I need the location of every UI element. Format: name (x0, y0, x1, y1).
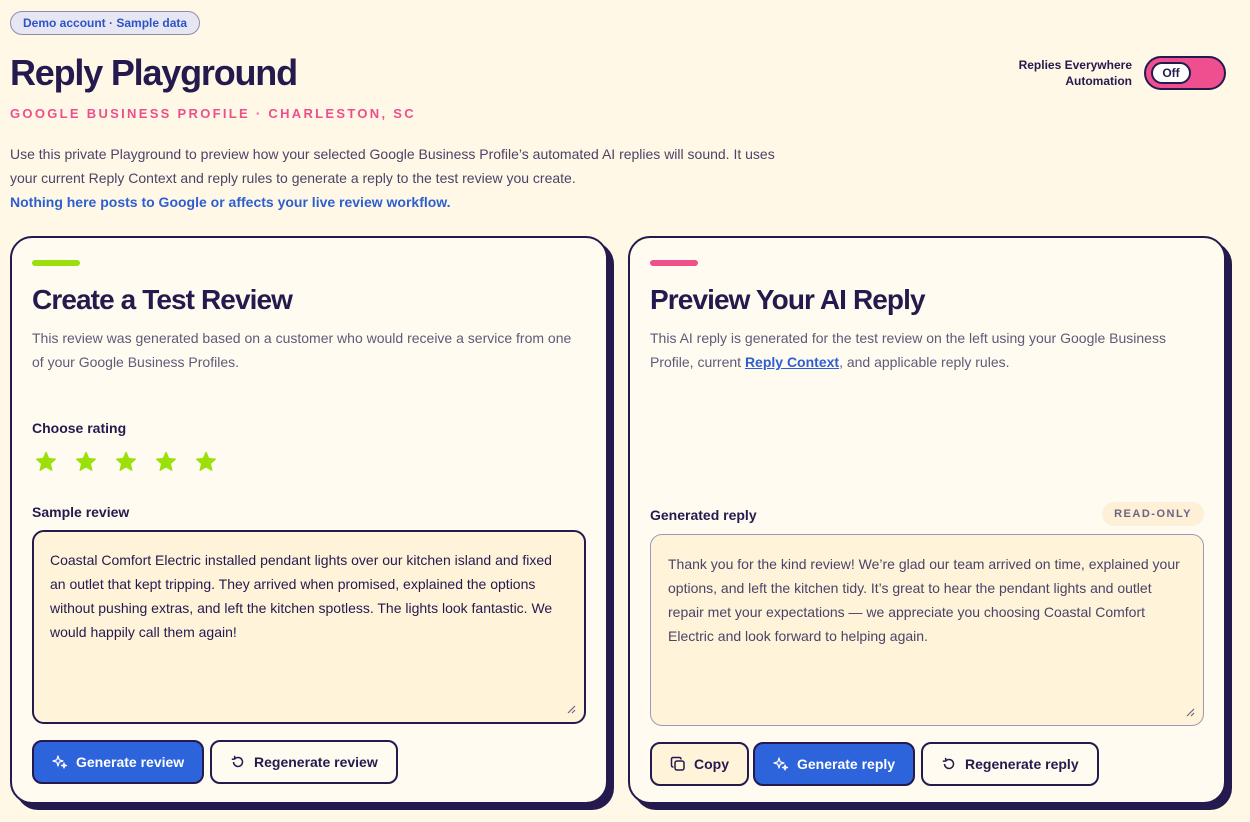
test-review-card: Create a Test Review This review was gen… (10, 236, 608, 804)
copy-button[interactable]: Copy (650, 742, 749, 786)
star-icon[interactable] (114, 450, 138, 474)
refresh-icon (231, 755, 244, 768)
sample-review-label: Sample review (32, 504, 130, 520)
read-only-badge: READ-ONLY (1102, 502, 1204, 526)
star-icon[interactable] (194, 450, 218, 474)
generated-reply-label: Generated reply (650, 507, 757, 523)
notice-text: Nothing here posts to Google or affects … (10, 194, 451, 210)
preview-reply-title: Preview Your AI Reply (650, 284, 926, 315)
sample-review-textarea[interactable]: Coastal Comfort Electric installed penda… (32, 530, 586, 724)
rating-label: Choose rating (32, 420, 127, 436)
resize-handle-icon[interactable] (566, 704, 576, 714)
generate-review-button[interactable]: Generate review (32, 740, 205, 784)
automation-control: Replies Everywhere Automation Off (992, 56, 1226, 90)
page-subtitle: GOOGLE BUSINESS PROFILE · CHARLESTON, SC (10, 106, 416, 121)
test-review-description: This review was generated based on a cus… (32, 330, 572, 370)
resize-handle-icon[interactable] (1185, 707, 1195, 717)
star-icon[interactable] (154, 450, 178, 474)
rating-stars[interactable] (34, 450, 218, 474)
sample-review-text: Coastal Comfort Electric installed penda… (50, 552, 553, 640)
regenerate-review-button[interactable]: Regenerate review (210, 740, 398, 784)
star-icon[interactable] (74, 450, 98, 474)
preview-reply-description: This AI reply is generated for the test … (650, 330, 1166, 370)
card-accent-bar (32, 260, 80, 266)
copy-icon (670, 756, 685, 771)
generated-reply-text: Thank you for the kind review! We’re gla… (668, 556, 1180, 644)
toggle-knob: Off (1151, 62, 1191, 84)
regenerate-reply-button[interactable]: Regenerate reply (921, 742, 1099, 786)
automation-toggle[interactable]: Off (1144, 56, 1226, 90)
reply-context-link[interactable]: Reply Context (745, 354, 839, 370)
page-title: Reply Playground (10, 52, 298, 93)
generated-reply-textarea[interactable]: Thank you for the kind review! We’re gla… (650, 534, 1204, 726)
demo-account-badge: Demo account · Sample data (10, 11, 201, 35)
generate-reply-button[interactable]: Generate reply (753, 742, 916, 786)
intro-text: Use this private Playground to preview h… (10, 146, 775, 186)
star-icon[interactable] (34, 450, 58, 474)
sparkle-icon (773, 757, 789, 771)
sparkle-icon (52, 755, 68, 769)
automation-label: Replies Everywhere Automation (1018, 58, 1132, 88)
preview-reply-card: Preview Your AI Reply This AI reply is g… (628, 236, 1226, 804)
card-accent-bar (650, 260, 698, 266)
test-review-title: Create a Test Review (32, 284, 293, 315)
refresh-icon (942, 757, 955, 770)
